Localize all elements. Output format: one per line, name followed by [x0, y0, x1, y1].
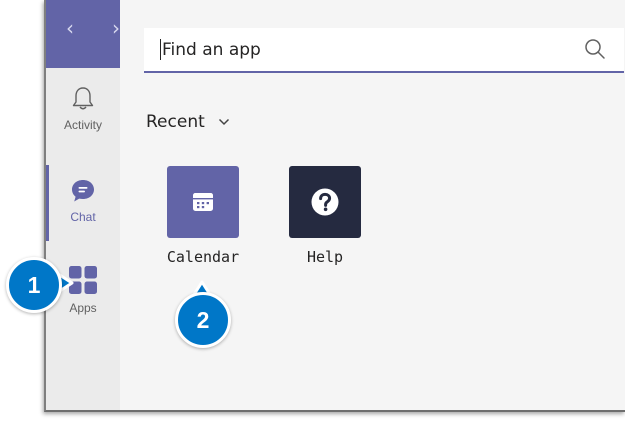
callout-number: 1	[27, 271, 41, 298]
chevron-down-icon	[219, 118, 230, 126]
bell-icon	[72, 87, 94, 110]
rail-item-chat[interactable]: Chat	[46, 178, 120, 224]
callout-number: 2	[196, 306, 210, 333]
text-cursor	[160, 39, 161, 60]
help-icon	[311, 188, 339, 216]
app-tile-calendar[interactable]: Calendar	[158, 166, 248, 266]
apps-flyout: Recent Calendar	[120, 0, 625, 410]
search-box[interactable]	[144, 28, 624, 73]
callout-badge-1: 1	[6, 257, 62, 313]
rail-item-label: Activity	[63, 118, 102, 132]
calendar-tile[interactable]	[167, 166, 239, 238]
app-label: Calendar	[166, 248, 240, 266]
app-tile-help[interactable]: Help	[280, 166, 370, 266]
rail-item-label: Apps	[69, 301, 97, 315]
calendar-icon	[193, 193, 213, 211]
search-icon[interactable]	[584, 38, 606, 60]
recent-section-toggle[interactable]: Recent	[146, 112, 230, 132]
section-label: Recent	[146, 112, 205, 132]
help-tile[interactable]	[289, 166, 361, 238]
app-window: ‹ › Activity Chat Apps Find an app Recen…	[44, 0, 625, 412]
forward-arrow-icon[interactable]: ›	[112, 18, 120, 38]
rail-header: ‹ ›	[46, 0, 120, 68]
rail-item-label: Chat	[70, 210, 96, 224]
app-rail: ‹ › Activity Chat Apps	[46, 0, 120, 410]
callout-badge-2: 2	[175, 292, 231, 348]
app-label: Help	[306, 248, 344, 266]
rail-item-activity[interactable]: Activity	[46, 86, 120, 132]
search-input[interactable]	[160, 28, 564, 72]
back-arrow-icon[interactable]: ‹	[66, 18, 74, 38]
chat-icon	[72, 180, 94, 202]
